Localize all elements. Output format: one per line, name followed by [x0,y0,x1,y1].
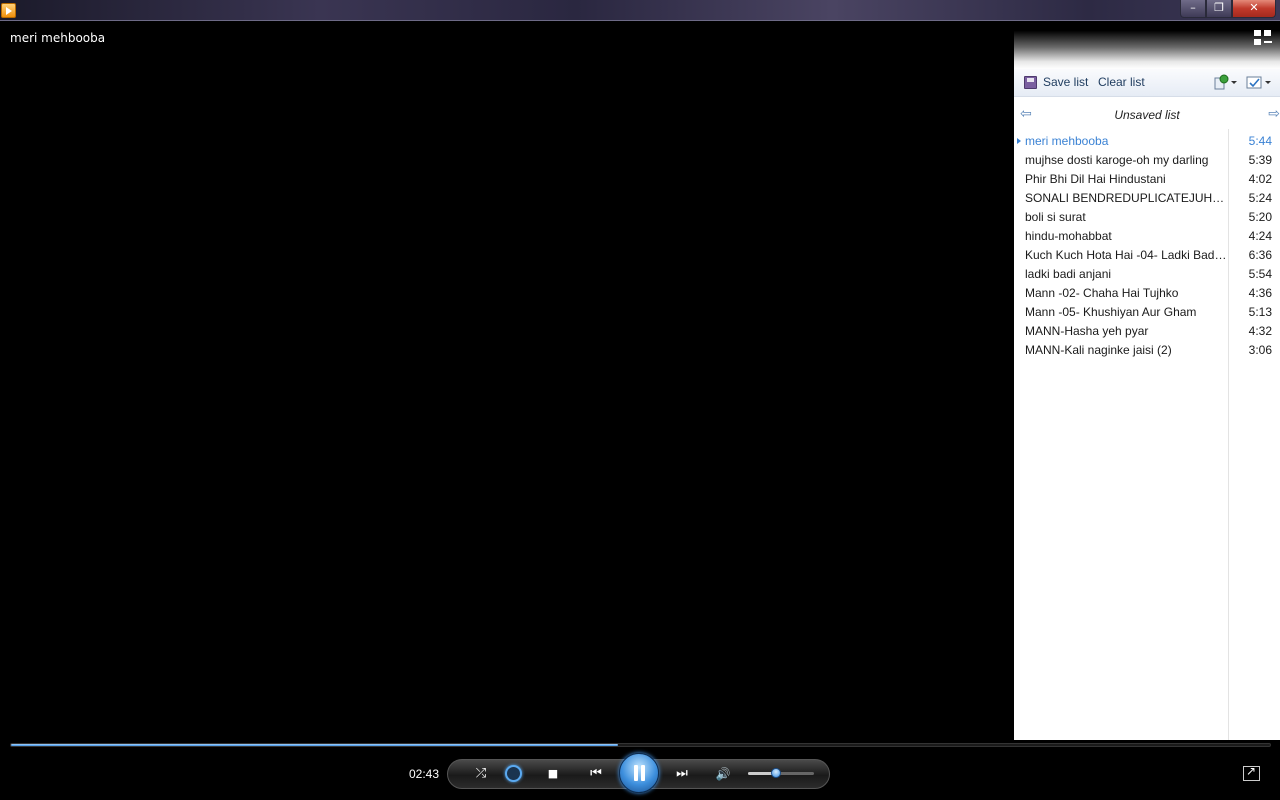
now-playing-title: meri mehbooba [10,31,106,45]
track-title: Kuch Kuch Hota Hai -04- Ladki Badi Anjan… [1025,248,1227,262]
playlist-item[interactable]: ladki badi anjani 5:54 [1014,265,1280,284]
fullscreen-icon[interactable] [1243,764,1260,781]
playlist-item[interactable]: boli si surat 5:20 [1014,208,1280,227]
playlist-item[interactable]: Phir Bhi Dil Hai Hindustani 4:02 [1014,170,1280,189]
shuffle-icon[interactable]: ⤮ [473,766,489,782]
minimize-button[interactable]: – [1180,0,1206,18]
close-button[interactable]: ✕ [1232,0,1276,18]
track-duration: 4:02 [1248,172,1272,186]
track-title: Mann -02- Chaha Hai Tujhko [1025,286,1179,300]
previous-icon[interactable]: ⏮ [584,766,608,782]
track-title: Mann -05- Khushiyan Aur Gham [1025,305,1197,319]
panel-header [1014,21,1280,69]
playlist-item[interactable]: Mann -05- Khushiyan Aur Gham 5:13 [1014,303,1280,322]
track-duration: 5:39 [1248,153,1272,167]
playlist-panel: Save list Clear list ⇦ Unsaved list ⇨ me… [1014,21,1280,740]
elapsed-time: 02:43 [409,767,440,781]
track-duration: 5:20 [1248,210,1272,224]
list-title: Unsaved list [1114,108,1180,122]
playlist-item[interactable]: SONALI BENDREDUPLICATEJUHI CHAWLA 5:24 [1014,189,1280,208]
track-duration: 5:54 [1248,267,1272,281]
next-icon[interactable]: ⏭ [670,766,694,782]
window-controls: – ❐ ✕ [1180,0,1276,18]
track-duration: 5:44 [1248,134,1272,148]
playlist-item[interactable]: MANN-Hasha yeh pyar 4:32 [1014,322,1280,341]
track-duration: 6:36 [1248,248,1272,262]
title-bar[interactable]: – ❐ ✕ [0,0,1280,21]
stop-icon[interactable]: ■ [546,766,560,782]
track-title: Phir Bhi Dil Hai Hindustani [1025,172,1166,186]
track-title: SONALI BENDREDUPLICATEJUHI CHAWLA [1025,191,1227,205]
playlist-item[interactable]: mujhse dosti karoge-oh my darling 5:39 [1014,151,1280,170]
playlist-item[interactable]: meri mehbooba 5:44 [1014,132,1280,151]
track-duration: 4:36 [1248,286,1272,300]
forward-arrow-icon[interactable]: ⇨ [1268,106,1280,122]
track-duration: 3:06 [1248,343,1272,357]
volume-slider[interactable] [748,768,814,778]
maximize-button[interactable]: ❐ [1206,0,1232,18]
clear-list-button[interactable]: Clear list [1098,75,1145,89]
save-list-button[interactable]: Save list [1043,75,1088,89]
track-duration: 4:24 [1248,229,1272,243]
pause-button[interactable] [619,753,659,793]
repeat-icon[interactable] [505,765,522,782]
seek-bar[interactable] [10,743,1271,747]
playlist-item[interactable]: MANN-Kali naginke jaisi (2) 3:06 [1014,341,1280,360]
playlist: meri mehbooba 5:44 mujhse dosti karoge-oh … [1014,132,1280,360]
playlist-item[interactable]: hindu-mohabbat 4:24 [1014,227,1280,246]
track-title: MANN-Kali naginke jaisi (2) [1025,343,1172,357]
track-duration: 5:13 [1248,305,1272,319]
media-player-window: – ❐ ✕ meri mehbooba Save list Clear list [0,0,1280,800]
track-title: boli si surat [1025,210,1086,224]
track-duration: 5:24 [1248,191,1272,205]
track-title: meri mehbooba [1025,134,1109,148]
track-title: mujhse dosti karoge-oh my darling [1025,153,1209,167]
track-title: hindu-mohabbat [1025,229,1112,243]
list-options-icon[interactable] [1214,74,1240,90]
playlist-item[interactable]: Mann -02- Chaha Hai Tujhko 4:36 [1014,284,1280,303]
list-navigation: ⇦ Unsaved list ⇨ [1014,101,1280,129]
track-duration: 4:32 [1248,324,1272,338]
seek-progress [11,744,618,746]
save-icon [1024,76,1037,89]
playlist-menu-icon[interactable] [1246,74,1274,90]
volume-icon[interactable]: 🔊 [714,766,732,782]
track-title: MANN-Hasha yeh pyar [1025,324,1149,338]
playlist-toolbar: Save list Clear list [1014,69,1280,97]
media-player-icon[interactable] [1,3,16,18]
playlist-item[interactable]: Kuch Kuch Hota Hai -04- Ladki Badi Anjan… [1014,246,1280,265]
track-title: ladki badi anjani [1025,267,1112,281]
switch-layout-icon[interactable] [1254,30,1272,46]
